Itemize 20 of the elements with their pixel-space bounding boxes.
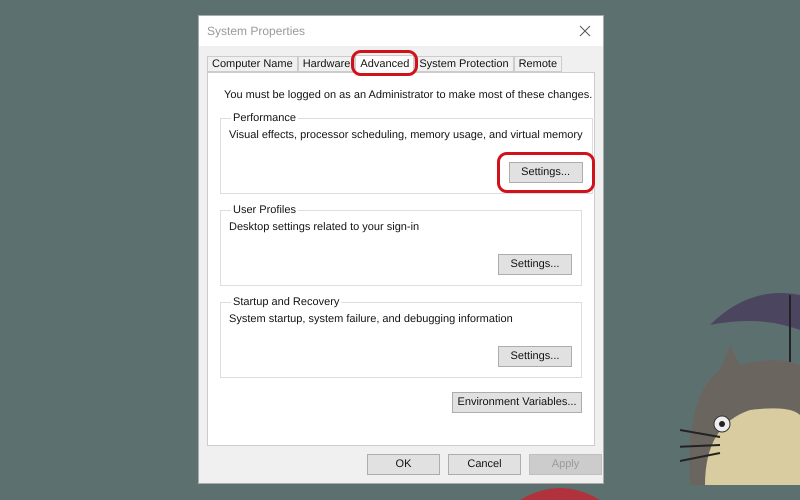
window-title: System Properties xyxy=(207,23,306,40)
tab[interactable]: System Protection xyxy=(414,56,514,72)
close-icon[interactable] xyxy=(579,25,591,37)
group-description: Visual effects, processor scheduling, memory usage, and virtual memory xyxy=(229,128,583,142)
settings-button[interactable]: Settings... xyxy=(508,162,583,182)
settings-button[interactable]: Settings... xyxy=(498,346,572,366)
group-label: Performance xyxy=(232,111,297,126)
settings-button[interactable]: Settings... xyxy=(498,254,572,274)
tab[interactable]: Remote xyxy=(514,56,562,72)
tab[interactable]: Advanced xyxy=(355,55,414,73)
dialog-button[interactable]: Cancel xyxy=(448,454,521,475)
tab[interactable]: Hardware xyxy=(298,56,356,72)
group-description: System startup, system failure, and debugging information xyxy=(229,312,514,326)
dialog-button[interactable]: OK xyxy=(367,454,440,475)
group-label: Startup and Recovery xyxy=(232,295,340,310)
notice-text: You must be logged on as an Administrator to make most of these changes. xyxy=(223,88,592,102)
tab[interactable]: Computer Name xyxy=(207,56,298,72)
group-description: Desktop settings related to your sign-in xyxy=(229,220,420,234)
environment-variables-button[interactable]: Environment Variables... xyxy=(452,392,582,413)
group-label: User Profiles xyxy=(232,203,297,218)
